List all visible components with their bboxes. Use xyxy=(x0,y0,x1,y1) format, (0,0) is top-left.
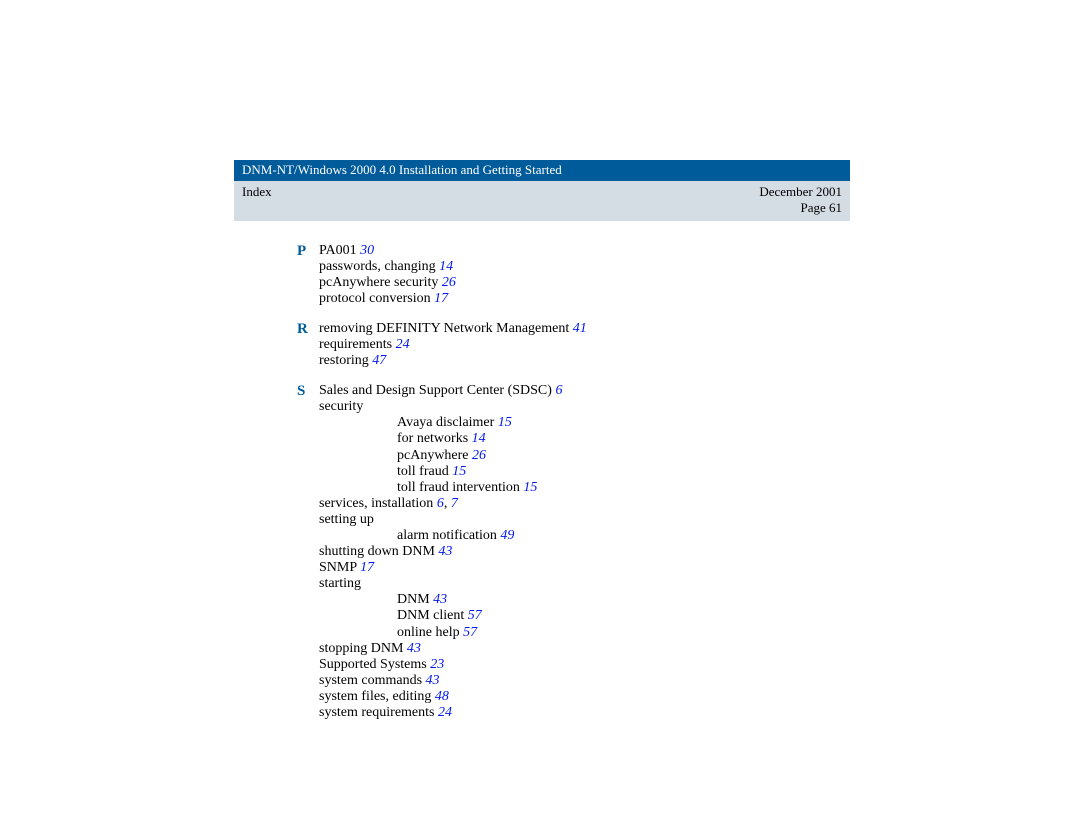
page-reference[interactable]: 43 xyxy=(433,592,447,607)
info-left: Index xyxy=(242,184,272,200)
index-entry: Sales and Design Support Center (SDSC) 6 xyxy=(319,383,850,399)
page-reference[interactable]: 48 xyxy=(435,689,449,704)
index-entry: restoring 47 xyxy=(319,353,850,369)
page-reference[interactable]: 30 xyxy=(360,243,374,258)
page-reference[interactable]: 24 xyxy=(438,705,452,720)
entry-text: pcAnywhere security xyxy=(319,275,438,290)
index-entry: pcAnywhere security 26 xyxy=(319,275,850,291)
entry-text: PA001 xyxy=(319,243,357,258)
entry-text: DNM client xyxy=(397,608,464,623)
entry-text: protocol conversion xyxy=(319,291,431,306)
page-reference[interactable]: 6 xyxy=(555,383,562,398)
index-entry: security xyxy=(319,399,850,415)
entry-text: security xyxy=(319,399,363,414)
doc-title: DNM-NT/Windows 2000 4.0 Installation and… xyxy=(242,162,562,177)
index-entry: stopping DNM 43 xyxy=(319,641,850,657)
index-entry: starting xyxy=(319,576,850,592)
index-entry: SNMP 17 xyxy=(319,560,850,576)
page-reference[interactable]: 26 xyxy=(442,275,456,290)
page-reference[interactable]: 7 xyxy=(451,496,458,511)
index-entry: Avaya disclaimer 15 xyxy=(319,415,850,431)
index-entry: setting up xyxy=(319,512,850,528)
page-reference[interactable]: 14 xyxy=(472,431,486,446)
page-reference[interactable]: 6 xyxy=(437,496,444,511)
index-entry: passwords, changing 14 xyxy=(319,259,850,275)
entry-separator: , xyxy=(444,496,451,511)
index-entry: services, installation 6, 7 xyxy=(319,496,850,512)
entry-text: DNM xyxy=(397,592,430,607)
page-reference[interactable]: 14 xyxy=(439,259,453,274)
entry-text: requirements xyxy=(319,337,392,352)
page-reference[interactable]: 24 xyxy=(396,337,410,352)
page-reference[interactable]: 57 xyxy=(463,625,477,640)
index-entry: Supported Systems 23 xyxy=(319,657,850,673)
entry-text: toll fraud xyxy=(397,464,449,479)
entry-text: for networks xyxy=(397,431,468,446)
page-reference[interactable]: 43 xyxy=(426,673,440,688)
entry-text: setting up xyxy=(319,512,374,527)
index-entry: toll fraud 15 xyxy=(319,464,850,480)
index-entry: pcAnywhere 26 xyxy=(319,448,850,464)
doc-page-number: Page 61 xyxy=(759,200,842,216)
index-entry: requirements 24 xyxy=(319,337,850,353)
page-reference[interactable]: 47 xyxy=(372,353,386,368)
entry-text: stopping DNM xyxy=(319,641,403,656)
entry-text: passwords, changing xyxy=(319,259,436,274)
entry-text: starting xyxy=(319,576,361,591)
page-reference[interactable]: 17 xyxy=(360,560,374,575)
entry-text: shutting down DNM xyxy=(319,544,435,559)
entry-text: online help xyxy=(397,625,460,640)
doc-date: December 2001 xyxy=(759,184,842,200)
page-reference[interactable]: 26 xyxy=(472,448,486,463)
entry-text: system files, editing xyxy=(319,689,431,704)
index-body: PPA001 30passwords, changing 14pcAnywher… xyxy=(234,221,850,722)
index-entry: system files, editing 48 xyxy=(319,689,850,705)
entry-text: SNMP xyxy=(319,560,357,575)
entry-text: Supported Systems xyxy=(319,657,427,672)
index-entry: shutting down DNM 43 xyxy=(319,544,850,560)
page-reference[interactable]: 41 xyxy=(573,321,587,336)
index-entry: system requirements 24 xyxy=(319,705,850,721)
entry-text: removing DEFINITY Network Management xyxy=(319,321,569,336)
index-entry: PA001 30 xyxy=(319,243,850,259)
page-reference[interactable]: 57 xyxy=(468,608,482,623)
index-section: PPA001 30passwords, changing 14pcAnywher… xyxy=(319,243,850,307)
page-reference[interactable]: 15 xyxy=(523,480,537,495)
section-letter: R xyxy=(297,321,308,338)
entry-text: alarm notification xyxy=(397,528,497,543)
index-section: SSales and Design Support Center (SDSC) … xyxy=(319,383,850,721)
entry-text: Avaya disclaimer xyxy=(397,415,494,430)
page-reference[interactable]: 43 xyxy=(407,641,421,656)
entry-text: services, installation xyxy=(319,496,433,511)
page-reference[interactable]: 43 xyxy=(438,544,452,559)
entry-text: toll fraud intervention xyxy=(397,480,520,495)
page-reference[interactable]: 17 xyxy=(434,291,448,306)
page-reference[interactable]: 23 xyxy=(430,657,444,672)
index-section: Rremoving DEFINITY Network Management 41… xyxy=(319,321,850,369)
index-entry: protocol conversion 17 xyxy=(319,291,850,307)
page-reference[interactable]: 15 xyxy=(452,464,466,479)
info-bar: Index December 2001 Page 61 xyxy=(234,181,850,221)
page-reference[interactable]: 49 xyxy=(500,528,514,543)
entry-text: system commands xyxy=(319,673,422,688)
section-letter: S xyxy=(297,383,305,400)
title-bar: DNM-NT/Windows 2000 4.0 Installation and… xyxy=(234,160,850,181)
index-entry: online help 57 xyxy=(319,625,850,641)
section-letter: P xyxy=(297,243,306,260)
index-entry: DNM client 57 xyxy=(319,608,850,624)
info-right: December 2001 Page 61 xyxy=(759,184,842,217)
entry-text: Sales and Design Support Center (SDSC) xyxy=(319,383,552,398)
page-reference[interactable]: 15 xyxy=(498,415,512,430)
index-entry: system commands 43 xyxy=(319,673,850,689)
index-entry: toll fraud intervention 15 xyxy=(319,480,850,496)
index-entry: for networks 14 xyxy=(319,431,850,447)
index-entry: removing DEFINITY Network Management 41 xyxy=(319,321,850,337)
index-entry: DNM 43 xyxy=(319,592,850,608)
entry-text: restoring xyxy=(319,353,369,368)
document-page: DNM-NT/Windows 2000 4.0 Installation and… xyxy=(234,160,850,735)
index-entry: alarm notification 49 xyxy=(319,528,850,544)
entry-text: system requirements xyxy=(319,705,434,720)
entry-text: pcAnywhere xyxy=(397,448,469,463)
